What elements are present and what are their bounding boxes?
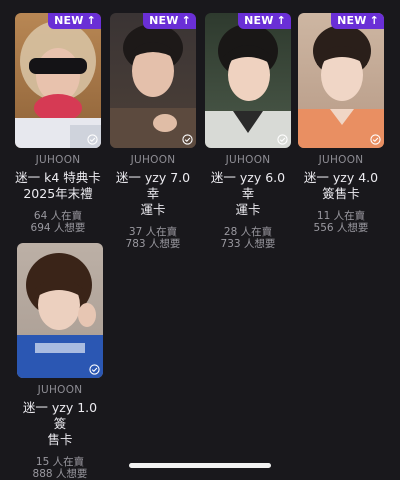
card-title: 迷一 k4 特典卡 2025年末禮	[15, 170, 101, 201]
check-circle-icon	[87, 134, 98, 145]
photocard-image[interactable]: NEW ↑	[15, 13, 101, 148]
photo-placeholder	[15, 13, 101, 148]
wanting-count: 783 人想要	[125, 238, 181, 250]
artist-name: JUHOON	[37, 384, 83, 396]
selling-count: 37 人在賣	[128, 226, 178, 238]
arrow-up-icon: ↑	[181, 14, 191, 27]
artist-name: JUHOON	[130, 154, 176, 166]
photo-placeholder	[110, 13, 196, 148]
arrow-up-icon: ↑	[86, 14, 96, 27]
selling-count: 11 人在賣	[316, 210, 366, 222]
arrow-up-icon: ↑	[276, 14, 286, 27]
photocard-item[interactable]: NEW ↑ JUHOON 迷一 k4 特典卡 2025年末禮 64 人在賣 694…	[15, 13, 101, 234]
card-title: 迷一 yzy 4.0 簽售卡	[303, 170, 379, 201]
photo-placeholder	[17, 243, 103, 378]
artist-name: JUHOON	[225, 154, 271, 166]
home-indicator[interactable]	[129, 463, 271, 468]
check-circle-icon	[370, 134, 381, 145]
check-circle-icon	[89, 364, 100, 375]
card-stats: 64 人在賣 694 人想要	[15, 210, 101, 234]
check-circle-icon	[277, 134, 288, 145]
photocard-image[interactable]: NEW ↑	[205, 13, 291, 148]
card-stats: 28 人在賣 733 人想要	[205, 226, 291, 250]
photo-placeholder	[205, 13, 291, 148]
new-badge: NEW ↑	[143, 13, 196, 29]
artist-name: JUHOON	[318, 154, 364, 166]
photocard-item[interactable]: NEW ↑ JUHOON 迷一 yzy 4.0 簽售卡 11 人在賣 556 人想…	[298, 13, 384, 234]
check-circle-icon	[182, 134, 193, 145]
new-badge: NEW ↑	[331, 13, 384, 29]
card-stats: 37 人在賣 783 人想要	[110, 226, 196, 250]
wanting-count: 694 人想要	[30, 222, 86, 234]
photocard-image[interactable]: NEW ↑	[110, 13, 196, 148]
wanting-count: 556 人想要	[313, 222, 369, 234]
card-stats: 15 人在賣 888 人想要	[17, 456, 103, 480]
selling-count: 64 人在賣	[33, 210, 83, 222]
wanting-count: 888 人想要	[32, 468, 88, 480]
selling-count: 28 人在賣	[223, 226, 273, 238]
new-badge: NEW ↑	[48, 13, 101, 29]
card-title: 迷一 yzy 1.0 簽 售卡	[22, 400, 98, 447]
card-title: 迷一 yzy 6.0 幸 運卡	[210, 170, 286, 217]
photocard-image[interactable]	[17, 243, 103, 378]
photocard-image[interactable]: NEW ↑	[298, 13, 384, 148]
arrow-up-icon: ↑	[369, 14, 379, 27]
photocard-item[interactable]: JUHOON 迷一 yzy 1.0 簽 售卡 15 人在賣 888 人想要	[17, 243, 103, 480]
card-title: 迷一 yzy 7.0 幸 運卡	[115, 170, 191, 217]
photo-placeholder	[298, 13, 384, 148]
wanting-count: 733 人想要	[220, 238, 276, 250]
card-stats: 11 人在賣 556 人想要	[298, 210, 384, 234]
photocard-item[interactable]: NEW ↑ JUHOON 迷一 yzy 6.0 幸 運卡 28 人在賣 733 人…	[205, 13, 291, 250]
new-badge: NEW ↑	[238, 13, 291, 29]
photocard-item[interactable]: NEW ↑ JUHOON 迷一 yzy 7.0 幸 運卡 37 人在賣 783 人…	[110, 13, 196, 250]
selling-count: 15 人在賣	[35, 456, 85, 468]
artist-name: JUHOON	[35, 154, 81, 166]
